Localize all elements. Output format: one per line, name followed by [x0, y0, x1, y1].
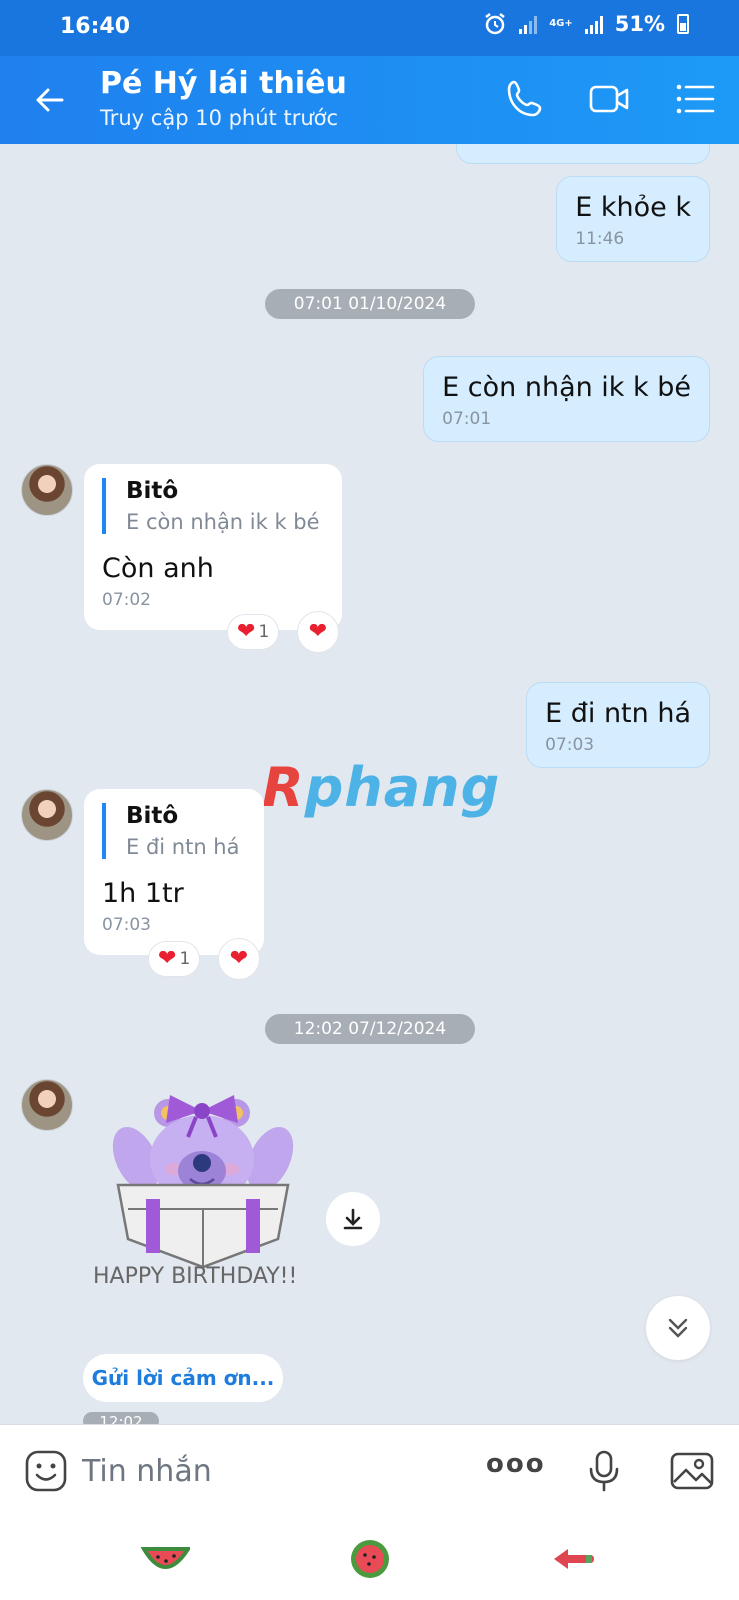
message-input[interactable] — [82, 1445, 442, 1497]
message-bubble-clipped[interactable] — [456, 144, 710, 164]
video-call-icon[interactable] — [586, 76, 632, 122]
image-gallery-icon[interactable] — [668, 1447, 716, 1495]
red-arrow-sticker-icon[interactable] — [548, 1537, 598, 1581]
send-thanks-button[interactable]: Gửi lời cảm ơn... — [83, 1354, 283, 1402]
message-bubble-incoming[interactable]: Bitô E còn nhận ik k bé Còn anh 07:02 — [84, 464, 342, 630]
reply-quote[interactable]: Bitô E đi ntn há — [102, 803, 246, 859]
microphone-icon[interactable] — [580, 1447, 628, 1495]
signal-icon — [519, 14, 538, 34]
reaction-summary[interactable]: ❤ 1 — [148, 941, 201, 977]
signal-icon-2 — [584, 14, 603, 34]
heart-icon: ❤ — [237, 619, 256, 644]
reaction-count: 1 — [258, 622, 270, 642]
status-icons: 4G+ 51% — [483, 12, 689, 36]
quote-text: E còn nhận ik k bé — [126, 510, 320, 534]
heart-icon: ❤ — [158, 946, 177, 971]
quote-text: E đi ntn há — [126, 835, 240, 859]
double-chevron-down-icon — [668, 1318, 688, 1338]
quote-sender: Bitô — [126, 478, 179, 504]
message-list[interactable]: E khỏe k 11:46 07:01 01/10/2024 E còn nh… — [0, 144, 739, 1424]
battery-percent: 51% — [614, 12, 665, 36]
message-bubble-outgoing[interactable]: E đi ntn há 07:03 — [526, 682, 710, 768]
date-separator: 07:01 01/10/2024 — [265, 289, 475, 319]
back-arrow-icon[interactable] — [28, 78, 72, 122]
download-button[interactable] — [326, 1192, 380, 1246]
avatar[interactable] — [21, 1079, 73, 1131]
download-icon — [343, 1208, 363, 1230]
contact-name[interactable]: Pé Hý lái thiêu — [100, 66, 347, 101]
avatar[interactable] — [21, 464, 73, 516]
menu-list-icon[interactable] — [672, 76, 718, 122]
heart-icon: ❤ — [229, 946, 249, 971]
scroll-to-bottom-button[interactable] — [646, 1296, 710, 1360]
message-time: 07:03 — [102, 915, 151, 935]
react-button[interactable]: ❤ — [218, 938, 260, 980]
reaction-count: 1 — [179, 949, 191, 969]
message-time: 07:02 — [102, 590, 151, 610]
watermelon-slice-icon[interactable] — [140, 1537, 190, 1581]
chat-header: Pé Hý lái thiêu Truy cập 10 phút trước — [0, 56, 739, 144]
date-separator: 12:02 07/12/2024 — [265, 1014, 475, 1044]
message-text: 1h 1tr — [102, 878, 184, 909]
sticker-emoji-icon[interactable] — [24, 1449, 68, 1493]
quote-sender: Bitô — [126, 803, 179, 829]
watermark-logo: Rphang — [262, 756, 501, 819]
message-composer: ooo — [0, 1424, 739, 1600]
heart-icon: ❤ — [308, 619, 328, 644]
last-seen-status: Truy cập 10 phút trước — [100, 106, 339, 130]
react-button[interactable]: ❤ — [297, 611, 339, 653]
birthday-bear-sticker[interactable] — [108, 1089, 298, 1269]
reply-quote[interactable]: Bitô E còn nhận ik k bé — [102, 478, 324, 534]
battery-icon — [677, 14, 689, 34]
message-bubble-outgoing[interactable]: E còn nhận ik k bé 07:01 — [423, 356, 710, 442]
network-type: 4G+ — [549, 18, 573, 29]
message-text: Còn anh — [102, 553, 214, 584]
alarm-icon — [485, 13, 505, 35]
message-bubble-outgoing[interactable]: E khỏe k 11:46 — [556, 176, 710, 262]
more-options-button[interactable]: ooo — [486, 1449, 544, 1497]
message-time-clipped: 12:02 — [83, 1412, 159, 1424]
message-time: 07:03 — [545, 735, 595, 755]
message-time: 07:01 — [442, 409, 492, 429]
message-text: E khỏe k — [575, 192, 691, 223]
reaction-summary[interactable]: ❤ 1 — [227, 614, 280, 650]
phone-call-icon[interactable] — [502, 76, 548, 122]
message-time: 11:46 — [575, 229, 625, 249]
message-bubble-incoming[interactable]: Bitô E đi ntn há 1h 1tr 07:03 — [84, 789, 264, 955]
message-text: E còn nhận ik k bé — [442, 372, 691, 403]
status-time: 16:40 — [60, 14, 131, 39]
avatar[interactable] — [21, 789, 73, 841]
status-bar: 16:40 4G+ 51% — [0, 0, 739, 56]
watermelon-round-icon[interactable] — [345, 1537, 395, 1581]
message-text: E đi ntn há — [545, 698, 691, 729]
sticker-caption: HAPPY BIRTHDAY!! — [93, 1264, 298, 1289]
